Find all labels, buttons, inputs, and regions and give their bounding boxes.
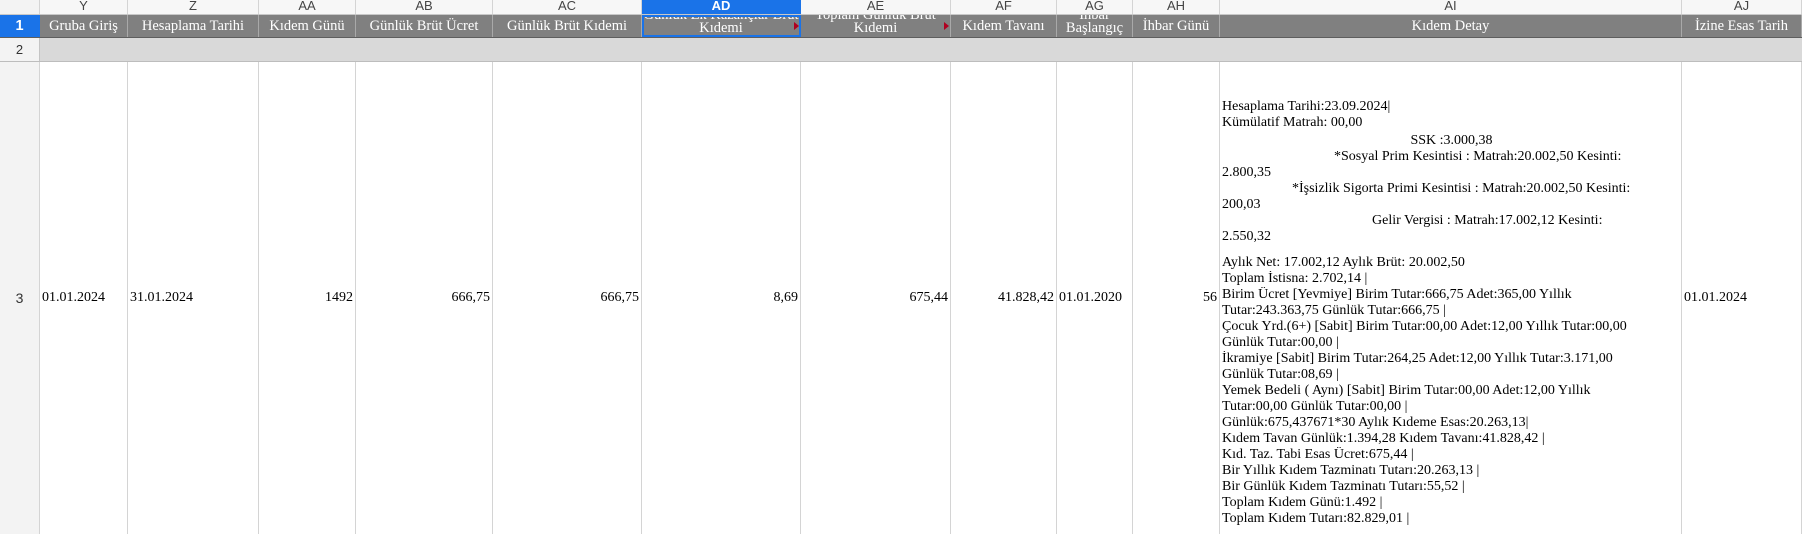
column-header-AC[interactable]: AC — [493, 0, 642, 14]
detail-line: 2.550,32 — [1222, 229, 1271, 244]
cell-ihbar-gunu[interactable]: 56 — [1133, 62, 1220, 534]
header-cell-izine-esas-tarih[interactable]: İzine Esas Tarih — [1682, 15, 1802, 37]
detail-line: Bir Yıllık Kıdem Tazminatı Tutarı:20.263… — [1222, 463, 1480, 478]
detail-line: 200,03 — [1222, 197, 1261, 212]
header-cell-kidem-detay[interactable]: Kıdem Detay — [1220, 15, 1682, 37]
row-2: 2 — [0, 38, 1802, 62]
header-cell-toplam-gunluk-brut-kidemi[interactable]: Toplam Günlük Brüt Kıdemi — [801, 15, 951, 37]
detail-line — [1222, 245, 1681, 255]
column-header-AE[interactable]: AE — [801, 0, 951, 14]
detail-line: Toplam İstisna: 2.702,14 | — [1222, 271, 1368, 286]
header-cell-gunluk-brut-kidemi[interactable]: Günlük Brüt Kıdemi — [493, 15, 642, 37]
header-text-ihbar-baslangic: İhbar Başlangıç — [1065, 15, 1124, 36]
detail-line: Hesaplama Tarihi:23.09.2024| — [1222, 99, 1391, 114]
header-cell-gunluk-ek-kazanclar[interactable]: Günlük Ek Kazançlar Brüt Kıdemi — [642, 15, 801, 37]
header-text-toplam-gunluk-brut-kidemi: Toplam Günlük Brüt Kıdemi — [815, 15, 936, 36]
cell-gunluk-brut-ucret[interactable]: 666,75 — [356, 62, 493, 534]
detail-line: Çocuk Yrd.(6+) [Sabit] Birim Tutar:00,00… — [1222, 319, 1627, 334]
row-header-1[interactable]: 1 — [0, 15, 40, 37]
column-header-AB[interactable]: AB — [356, 0, 493, 14]
row-header-3[interactable]: 3 — [0, 62, 40, 534]
detail-line: Tutar:243.363,75 Günlük Tutar:666,75 | — [1222, 303, 1446, 318]
column-header-AF[interactable]: AF — [951, 0, 1057, 14]
detail-line: Toplam Kıdem Günü:1.492 | — [1222, 495, 1383, 510]
detail-line: Gelir Vergisi : Matrah:17.002,12 Kesinti… — [1372, 213, 1603, 228]
detail-line: Günlük:675,437671*30 Aylık Kıdeme Esas:2… — [1222, 415, 1529, 430]
detail-line: *Sosyal Prim Kesintisi : Matrah:20.002,5… — [1334, 149, 1622, 164]
cell-izine-esas-tarih[interactable]: 01.01.2024 — [1682, 62, 1802, 534]
empty-row-cells[interactable] — [40, 38, 1802, 61]
column-header-AH[interactable]: AH — [1133, 0, 1220, 14]
cell-gunluk-brut-kidemi[interactable]: 666,75 — [493, 62, 642, 534]
cell-toplam-gunluk-brut-kidemi[interactable]: 675,44 — [801, 62, 951, 534]
detail-line: Toplam Kıdem Tutarı:82.829,01 | — [1222, 511, 1410, 526]
detail-line: Tutar:00,00 Günlük Tutar:00,00 | — [1222, 399, 1408, 414]
cell-gunluk-ek-kazanclar[interactable]: 8,69 — [642, 62, 801, 534]
detail-line: Birim Ücret [Yevmiye] Birim Tutar:666,75… — [1222, 287, 1572, 302]
header-cell-ihbar-baslangic[interactable]: İhbar Başlangıç — [1057, 15, 1133, 37]
header-cell-ihbar-gunu[interactable]: İhbar Günü — [1133, 15, 1220, 37]
spreadsheet-grid: Y Z AA AB AC AD AE AF AG AH AI AJ 1 Grub… — [0, 0, 1802, 534]
header-cell-hesaplama-tarihi[interactable]: Hesaplama Tarihi — [128, 15, 259, 37]
column-header-bar: Y Z AA AB AC AD AE AF AG AH AI AJ — [0, 0, 1802, 15]
detail-line: SSK :3.000,38 — [1410, 133, 1493, 148]
detail-line: Yemek Bedeli ( Aynı) [Sabit] Birim Tutar… — [1222, 383, 1591, 398]
data-row: 3 01.01.2024 31.01.2024 1492 666,75 666,… — [0, 62, 1802, 534]
cell-ihbar-baslangic[interactable]: 01.01.2020 — [1057, 62, 1133, 534]
detail-line: Bir Günlük Kıdem Tazminatı Tutarı:55,52 … — [1222, 479, 1465, 494]
detail-line: Aylık Net: 17.002,12 Aylık Brüt: 20.002,… — [1222, 255, 1465, 270]
detail-line: Kümülatif Matrah: 00,00 — [1222, 115, 1363, 130]
header-cell-gruba-giris[interactable]: Gruba Giriş — [40, 15, 128, 37]
detail-line: Günlük Tutar:00,00 | — [1222, 335, 1339, 350]
detail-line: 2.800,35 — [1222, 165, 1271, 180]
detail-line: Kıdem Tavan Günlük:1.394,28 Kıdem Tavanı… — [1222, 431, 1545, 446]
column-header-AD[interactable]: AD — [642, 0, 801, 14]
header-text-gunluk-ek-kazanclar: Günlük Ek Kazançlar Brüt Kıdemi — [643, 15, 799, 36]
comment-indicator-icon[interactable] — [944, 22, 949, 30]
detail-line: İkramiye [Sabit] Birim Tutar:264,25 Adet… — [1222, 351, 1613, 366]
column-header-Y[interactable]: Y — [40, 0, 128, 14]
column-header-AA[interactable]: AA — [259, 0, 356, 14]
cell-kidem-detay[interactable]: Hesaplama Tarihi:23.09.2024| Kümülatif M… — [1220, 62, 1682, 534]
header-row: 1 Gruba Giriş Hesaplama Tarihi Kıdem Gün… — [0, 15, 1802, 38]
cell-kidem-tavani[interactable]: 41.828,42 — [951, 62, 1057, 534]
cell-kidem-gunu[interactable]: 1492 — [259, 62, 356, 534]
comment-indicator-icon[interactable] — [794, 22, 799, 30]
row-header-2[interactable]: 2 — [0, 38, 40, 61]
detail-line: Günlük Tutar:08,69 | — [1222, 367, 1339, 382]
detail-line: *İşsizlik Sigorta Primi Kesintisi : Matr… — [1292, 181, 1631, 196]
column-header-AG[interactable]: AG — [1057, 0, 1133, 14]
header-cell-kidem-tavani[interactable]: Kıdem Tavanı — [951, 15, 1057, 37]
column-header-AI[interactable]: AI — [1220, 0, 1682, 14]
cell-hesaplama-tarihi[interactable]: 31.01.2024 — [128, 62, 259, 534]
header-cell-kidem-gunu[interactable]: Kıdem Günü — [259, 15, 356, 37]
detail-line: Kıd. Taz. Tabi Esas Ücret:675,44 | — [1222, 447, 1414, 462]
column-header-Z[interactable]: Z — [128, 0, 259, 14]
select-all-corner[interactable] — [0, 0, 40, 14]
header-cell-gunluk-brut-ucret[interactable]: Günlük Brüt Ücret — [356, 15, 493, 37]
cell-gruba-giris[interactable]: 01.01.2024 — [40, 62, 128, 534]
column-header-AJ[interactable]: AJ — [1682, 0, 1802, 14]
